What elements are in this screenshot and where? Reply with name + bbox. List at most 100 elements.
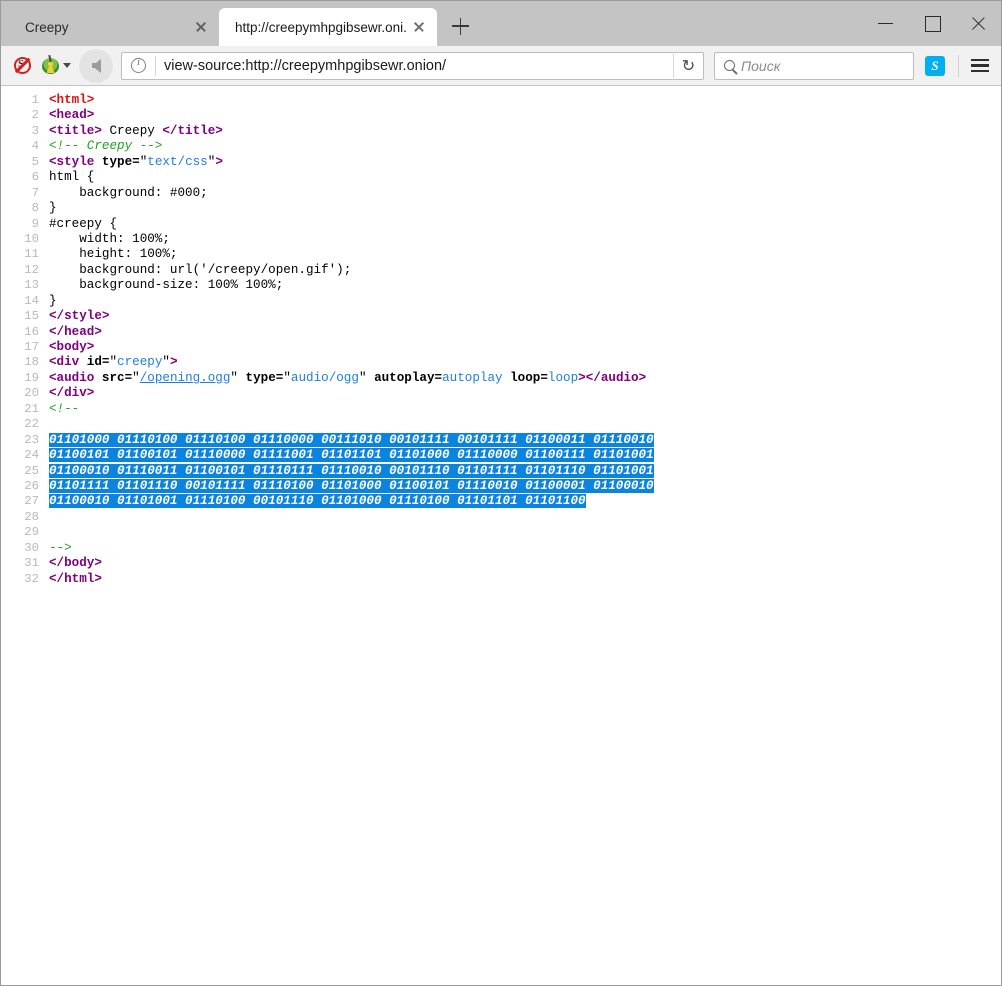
line-number: 31 <box>1 556 39 571</box>
code-text: </head> <box>39 325 102 340</box>
code-text: background: url('/creepy/open.gif'); <box>39 263 351 278</box>
code-line: 2601101111 01101110 00101111 01110100 01… <box>1 479 1001 494</box>
code-text: 01100010 01101001 01110100 00101110 0110… <box>39 494 586 509</box>
hamburger-menu-button[interactable] <box>965 51 995 81</box>
code-text: </style> <box>39 309 109 324</box>
noscript-button[interactable]: S <box>7 51 37 81</box>
code-text: </body> <box>39 556 102 571</box>
code-line: 1<html> <box>1 93 1001 108</box>
line-number: 6 <box>1 170 39 185</box>
code-line: 2301101000 01110100 01110100 01110000 00… <box>1 433 1001 448</box>
code-text: <title> Creepy </title> <box>39 124 223 139</box>
line-number: 23 <box>1 433 39 448</box>
line-number: 21 <box>1 402 39 417</box>
code-line: 9#creepy { <box>1 217 1001 232</box>
search-bar[interactable]: Поиск <box>714 52 914 80</box>
code-line: 28 <box>1 510 1001 525</box>
noscript-icon: S <box>14 57 31 74</box>
code-line: 14} <box>1 294 1001 309</box>
line-number: 32 <box>1 572 39 587</box>
view-source-content[interactable]: 1<html>2<head>3<title> Creepy </title>4<… <box>1 86 1001 985</box>
line-number: 16 <box>1 325 39 340</box>
code-text: <div id="creepy"> <box>39 355 178 370</box>
code-line: 2<head> <box>1 108 1001 123</box>
menu-line <box>971 59 989 62</box>
line-number: 1 <box>1 93 39 108</box>
code-text: <html> <box>39 93 94 108</box>
skype-icon: S <box>925 56 945 76</box>
code-text: </div> <box>39 386 94 401</box>
line-number: 30 <box>1 541 39 556</box>
line-number: 7 <box>1 186 39 201</box>
line-number: 10 <box>1 232 39 247</box>
code-text: <style type="text/css"> <box>39 155 223 170</box>
line-number: 12 <box>1 263 39 278</box>
code-line: 12 background: url('/creepy/open.gif'); <box>1 263 1001 278</box>
navigation-toolbar: S view-source:http://creepymhpgibsewr.on… <box>1 46 1001 86</box>
close-window-button[interactable] <box>955 1 1001 46</box>
line-number: 19 <box>1 371 39 386</box>
close-tab-icon[interactable] <box>407 15 431 39</box>
skype-button[interactable]: S <box>918 49 952 83</box>
line-number: 13 <box>1 278 39 293</box>
torbutton-button[interactable] <box>37 51 75 81</box>
line-number: 26 <box>1 479 39 494</box>
line-number: 15 <box>1 309 39 324</box>
line-number: 29 <box>1 525 39 540</box>
line-number: 17 <box>1 340 39 355</box>
menu-line <box>971 64 989 67</box>
minimize-button[interactable] <box>863 1 909 46</box>
code-text: 01101111 01101110 00101111 01110100 0110… <box>39 479 654 494</box>
code-line: 7 background: #000; <box>1 186 1001 201</box>
new-tab-button[interactable] <box>443 9 477 43</box>
close-tab-icon[interactable] <box>189 15 213 39</box>
code-text: height: 100%; <box>39 247 177 262</box>
tab-title: Creepy <box>17 20 189 35</box>
tab-title: http://creepymhpgibsewr.oni... <box>235 20 407 35</box>
code-text: <!-- <box>39 402 79 417</box>
code-text: background-size: 100% 100%; <box>39 278 283 293</box>
code-text: 01100101 01100101 01110000 01111001 0110… <box>39 448 654 463</box>
code-text: background: #000; <box>39 186 208 201</box>
maximize-button[interactable] <box>909 1 955 46</box>
code-text: --> <box>39 541 72 556</box>
tab-view-source[interactable]: http://creepymhpgibsewr.oni... <box>219 8 437 46</box>
code-line: 8} <box>1 201 1001 216</box>
search-icon <box>724 60 735 71</box>
line-number: 20 <box>1 386 39 401</box>
line-number: 3 <box>1 124 39 139</box>
line-number: 9 <box>1 217 39 232</box>
address-bar[interactable]: view-source:http://creepymhpgibsewr.onio… <box>121 52 704 80</box>
code-text: <body> <box>39 340 94 355</box>
line-number: 11 <box>1 247 39 262</box>
code-text: html { <box>39 170 94 185</box>
back-arrow-icon <box>92 59 101 73</box>
code-text: 01101000 01110100 01110100 01110000 0011… <box>39 433 654 448</box>
line-number: 18 <box>1 355 39 370</box>
back-button[interactable] <box>79 49 113 83</box>
code-line: 18<div id="creepy"> <box>1 355 1001 370</box>
code-text: } <box>39 201 57 216</box>
code-line: 4<!-- Creepy --> <box>1 139 1001 154</box>
line-number: 27 <box>1 494 39 509</box>
line-number: 28 <box>1 510 39 525</box>
code-text: </html> <box>39 572 102 587</box>
code-text: } <box>39 294 57 309</box>
code-text: <!-- Creepy --> <box>39 139 162 154</box>
window-controls <box>863 1 1001 46</box>
code-line: 2501100010 01110011 01100101 01110111 01… <box>1 464 1001 479</box>
reload-icon: ↻ <box>682 58 695 74</box>
line-number: 2 <box>1 108 39 123</box>
chevron-down-icon <box>63 63 71 68</box>
code-line: 2401100101 01100101 01110000 01111001 01… <box>1 448 1001 463</box>
code-line: 19<audio src="/opening.ogg" type="audio/… <box>1 371 1001 386</box>
code-line: 32</html> <box>1 572 1001 587</box>
line-number: 24 <box>1 448 39 463</box>
site-info-icon[interactable] <box>131 58 146 73</box>
line-number: 14 <box>1 294 39 309</box>
tab-creepy[interactable]: Creepy <box>1 8 219 46</box>
reload-button[interactable]: ↻ <box>673 52 703 80</box>
line-number: 8 <box>1 201 39 216</box>
toolbar-divider <box>958 55 959 77</box>
code-line: 21<!-- <box>1 402 1001 417</box>
